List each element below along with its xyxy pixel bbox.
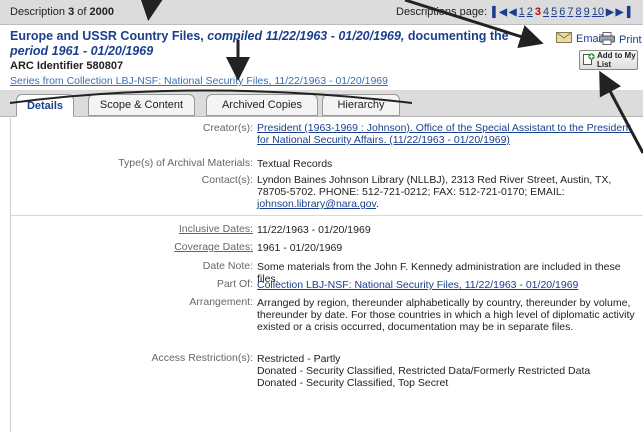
access-value-2: Donated - Security Classified, Restricte…	[257, 365, 591, 377]
arrangement-value: Arranged by region, thereunder alphabeti…	[257, 297, 635, 333]
series-link[interactable]: Series from Collection LBJ-NSF: National…	[10, 75, 388, 87]
page-link-4[interactable]: 4	[543, 6, 549, 18]
page-link-5[interactable]: 5	[551, 6, 557, 18]
title-main: Europe and USSR Country Files,	[10, 29, 204, 43]
page-link-8[interactable]: 8	[575, 6, 581, 18]
arc-id: 580807	[86, 60, 124, 72]
types-value: Textual Records	[257, 158, 333, 170]
access-row: Access Restriction(s): Restricted - Part…	[11, 352, 643, 402]
description-total: 2000	[89, 6, 115, 18]
arc-label: ARC Identifier	[10, 60, 84, 72]
coverage-row: Coverage Dates: 1961 - 01/20/1969	[11, 241, 643, 255]
arrangement-label: Arrangement:	[189, 296, 253, 308]
pager: Descriptions page: ▌◀ ◀ 1 2 3 4 5 6 7 8 …	[396, 6, 631, 18]
inclusive-label[interactable]: Inclusive Dates:	[179, 223, 253, 235]
coverage-value: 1961 - 01/20/1969	[257, 242, 343, 254]
types-row: Type(s) of Archival Materials: Textual R…	[11, 157, 643, 171]
envelope-icon	[556, 32, 572, 46]
page-link-3[interactable]: 3	[535, 6, 541, 18]
prev-page-icon[interactable]: ◀	[509, 7, 517, 18]
printer-icon	[599, 32, 615, 48]
tab-hierarchy[interactable]: Hierarchy	[322, 94, 400, 116]
inclusive-row: Inclusive Dates: 11/22/1963 - 01/20/1969	[11, 223, 643, 237]
tab-bar: Details Scope & Content Archived Copies …	[0, 90, 643, 117]
first-page-icon[interactable]: ▌◀	[492, 7, 507, 18]
description-current: 3	[68, 6, 75, 18]
access-value-1: Restricted - Partly	[257, 353, 341, 365]
datenote-row: Date Note: Some materials from the John …	[11, 260, 643, 285]
print-button[interactable]: Print	[599, 32, 642, 48]
title-period: period 1961 - 01/20/1969	[10, 44, 154, 58]
contact-label: Contact(s):	[201, 174, 253, 186]
contact-email-link[interactable]: johnson.library@nara.gov	[257, 198, 376, 210]
page-link-2[interactable]: 2	[527, 6, 533, 18]
datenote-label: Date Note:	[202, 260, 253, 272]
page-link-1[interactable]: 1	[519, 6, 525, 18]
types-label: Type(s) of Archival Materials:	[118, 157, 253, 169]
partof-link[interactable]: Collection LBJ-NSF: National Security Fi…	[257, 279, 637, 291]
details-panel: Creator(s): President (1963-1969 : Johns…	[10, 118, 643, 432]
page-link-7[interactable]: 7	[567, 6, 573, 18]
contact-text: Lyndon Baines Johnson Library (NLLBJ), 2…	[257, 174, 612, 198]
page-link-10[interactable]: 10	[592, 6, 604, 18]
description-nav-bar: Description 3 of 2000 Descriptions page:…	[0, 0, 643, 25]
print-label: Print	[619, 34, 642, 46]
tab-details[interactable]: Details	[16, 94, 74, 117]
section-divider	[11, 215, 643, 216]
contact-row: Contact(s): Lyndon Baines Johnson Librar…	[11, 174, 643, 210]
pager-label: Descriptions page:	[396, 6, 488, 18]
tab-archived-copies[interactable]: Archived Copies	[206, 94, 318, 116]
page-link-9[interactable]: 9	[584, 6, 590, 18]
add-to-list-button[interactable]: Add to My List	[579, 50, 638, 70]
description-counter: Description 3 of 2000	[10, 6, 114, 18]
access-label: Access Restriction(s):	[151, 352, 253, 364]
record-title: Europe and USSR Country Files, compiled …	[10, 29, 530, 59]
last-page-icon[interactable]: ▶▐	[616, 7, 631, 18]
title-dates: compiled 11/22/1963 - 01/20/1969,	[207, 29, 405, 43]
creator-link[interactable]: President (1963-1969 : Johnson). Office …	[257, 122, 637, 146]
page-link-6[interactable]: 6	[559, 6, 565, 18]
next-page-icon[interactable]: ▶	[606, 7, 614, 18]
arc-identifier: ARC Identifier 580807	[10, 60, 123, 72]
add-to-list-label: Add to My List	[597, 51, 636, 69]
email-button[interactable]: Email	[556, 32, 604, 46]
partof-row: Part Of: Collection LBJ-NSF: National Se…	[11, 278, 643, 292]
creator-row: Creator(s): President (1963-1969 : Johns…	[11, 122, 643, 156]
access-value-3: Donated - Security Classified, Top Secre…	[257, 377, 449, 389]
title-documenting: documenting the	[407, 29, 509, 43]
description-of: of	[77, 6, 87, 18]
tab-scope-content[interactable]: Scope & Content	[88, 94, 195, 116]
creator-label: Creator(s):	[202, 122, 253, 134]
contact-end: .	[376, 198, 379, 210]
coverage-label[interactable]: Coverage Dates:	[174, 241, 253, 253]
arrangement-row: Arrangement: Arranged by region, thereun…	[11, 296, 643, 346]
description-prefix: Description	[10, 6, 66, 18]
access-values: Restricted - Partly Donated - Security C…	[257, 353, 637, 389]
add-list-icon	[583, 53, 595, 67]
partof-label: Part Of:	[216, 278, 253, 290]
inclusive-value: 11/22/1963 - 01/20/1969	[257, 224, 371, 236]
contact-value: Lyndon Baines Johnson Library (NLLBJ), 2…	[257, 174, 637, 210]
